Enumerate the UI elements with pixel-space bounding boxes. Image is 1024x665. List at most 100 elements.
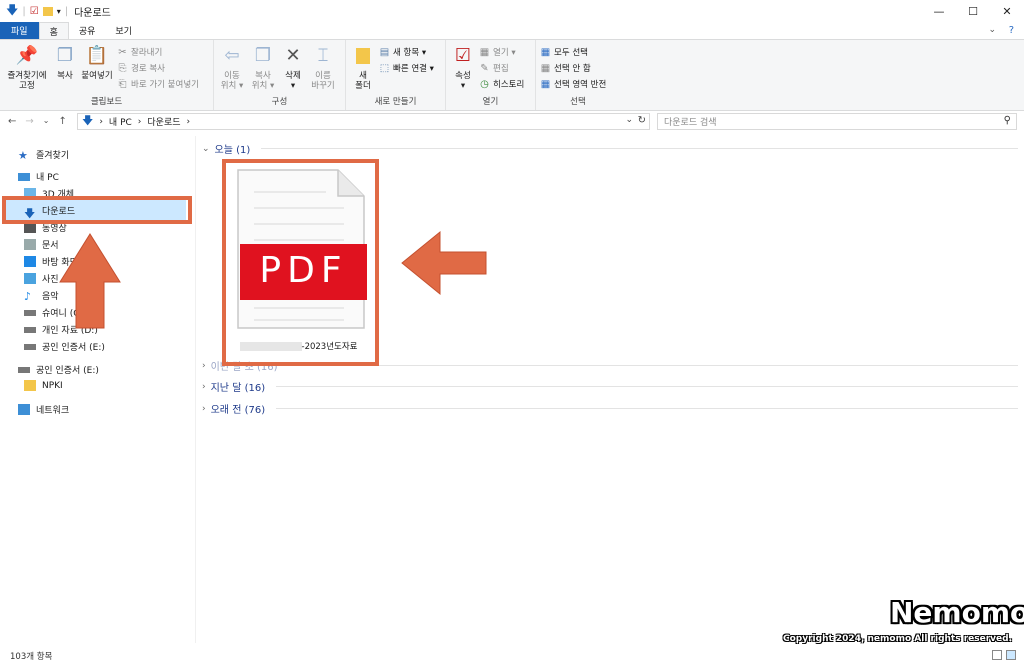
help-icon[interactable]: ? bbox=[1009, 25, 1014, 36]
delete-x-icon: ✕ bbox=[285, 45, 301, 66]
cut-button[interactable]: ✂ 잘라내기 bbox=[117, 45, 199, 59]
drive-icon bbox=[18, 366, 30, 373]
tab-file[interactable]: 파일 bbox=[0, 22, 39, 39]
search-placeholder: 다운로드 검색 bbox=[664, 118, 717, 128]
ribbon: 📌 즐겨찾기에 고정 ❐ 복사 📋 붙여넣기 ✂ 잘라내기 ⎘ 경로 복사 ⎗ 바로 … bbox=[0, 39, 1024, 111]
address-bar-row: ← → ⌄ ↑ 🡇 › 내 PC › 다운로드 › ⌄ ↻ 다운로드 검색 ⚲ bbox=[0, 111, 1024, 131]
paste-shortcut-label: 바로 가기 붙여넣기 bbox=[131, 80, 199, 90]
breadcrumb-sep-icon: › bbox=[186, 116, 191, 127]
annotation-up-arrow-icon bbox=[59, 233, 121, 329]
organize-group-label: 구성 bbox=[271, 97, 288, 107]
pin-label: 즐겨찾기에 고정 bbox=[7, 71, 47, 91]
sidebar-item-npki[interactable]: NPKI bbox=[24, 380, 63, 391]
drive-icon bbox=[24, 326, 36, 333]
folder-icon bbox=[352, 44, 374, 68]
open-label: 열기 ▾ bbox=[493, 48, 516, 58]
select-none-button[interactable]: ▦ 선택 안 함 bbox=[540, 61, 606, 75]
scissors-icon: ✂ bbox=[118, 46, 127, 58]
sidebar-item-network[interactable]: 네트워크 bbox=[18, 403, 69, 416]
pc-icon bbox=[18, 172, 30, 181]
sidebar-item-quick-access[interactable]: ★ 즐겨찾기 bbox=[18, 148, 70, 162]
copy-path-label: 경로 복사 bbox=[131, 64, 165, 74]
annotation-file-box bbox=[222, 159, 379, 366]
history-label: 히스토리 bbox=[493, 80, 525, 90]
edit-icon: ✎ bbox=[480, 62, 489, 74]
breadcrumb-downloads[interactable]: 다운로드 bbox=[147, 115, 180, 128]
group-header-long-ago[interactable]: › 오래 전 (76) bbox=[202, 401, 1018, 416]
ribbon-expand-icon[interactable]: ⌄ bbox=[988, 25, 996, 35]
easy-access-icon: ⬚ bbox=[379, 62, 390, 74]
window-controls: — ☐ ✕ bbox=[922, 0, 1024, 22]
group-header-today[interactable]: ⌄ 오늘 (1) bbox=[202, 141, 1018, 156]
select-all-icon: ▦ bbox=[540, 46, 551, 58]
rename-label: 이름 바꾸기 bbox=[311, 71, 335, 91]
sidebar-item-label: 즐겨찾기 bbox=[36, 151, 70, 161]
select-all-button[interactable]: ▦ 모두 선택 bbox=[540, 45, 606, 59]
easy-access-button[interactable]: ⬚ 빠른 연결 ▾ bbox=[379, 61, 434, 75]
new-item-button[interactable]: ▤ 새 항목 ▾ bbox=[379, 45, 434, 59]
breadcrumb-pc[interactable]: 내 PC bbox=[109, 115, 132, 128]
invert-selection-button[interactable]: ▦ 선택 영역 반전 bbox=[540, 77, 607, 91]
copy-to-label: 복사 위치 ▾ bbox=[251, 71, 275, 91]
maximize-button[interactable]: ☐ bbox=[956, 0, 990, 22]
easy-access-label: 빠른 연결 ▾ bbox=[393, 64, 434, 74]
refresh-icon[interactable]: ↻ bbox=[638, 115, 646, 126]
group-header-last-month[interactable]: › 지난 달 (16) bbox=[202, 379, 1018, 394]
tab-view[interactable]: 보기 bbox=[105, 22, 142, 39]
document-icon bbox=[24, 239, 36, 250]
desktop-icon bbox=[24, 256, 36, 267]
cut-label: 잘라내기 bbox=[131, 48, 163, 58]
expand-chevron-icon: › bbox=[202, 381, 206, 392]
sidebar-item-drive-e[interactable]: 공인 인증서 (E:) bbox=[24, 340, 105, 353]
window-title: 다운로드 bbox=[74, 7, 111, 19]
group-label: 지난 달 (16) bbox=[210, 383, 266, 394]
address-input[interactable]: 🡇 › 내 PC › 다운로드 › ⌄ ↻ bbox=[77, 113, 650, 130]
organize-group: ⇦ 이동 위치 ▾ ❐ 복사 위치 ▾ ✕ 삭제 ▾ ⌶ 이름 바꾸기 구성 bbox=[214, 40, 346, 110]
quick-access-toolbar: 🡇 | ☑ ▾ | bbox=[0, 1, 68, 22]
search-input[interactable]: 다운로드 검색 ⚲ bbox=[657, 113, 1017, 130]
open-button[interactable]: ▦ 열기 ▾ bbox=[479, 45, 524, 59]
properties-check-icon[interactable]: ☑ bbox=[30, 6, 39, 17]
expand-chevron-icon: › bbox=[202, 360, 206, 371]
new-folder-icon[interactable] bbox=[42, 6, 53, 16]
back-arrow-icon[interactable]: ← bbox=[8, 116, 16, 127]
select-group: ▦ 모두 선택 ▦ 선택 안 함 ▦ 선택 영역 반전 선택 bbox=[536, 40, 620, 110]
properties-icon: ☑ bbox=[454, 45, 472, 66]
new-item-icon: ▤ bbox=[379, 46, 390, 58]
history-icon: ◷ bbox=[480, 78, 489, 90]
sidebar-item-drive-e-root[interactable]: 공인 인증서 (E:) bbox=[18, 363, 99, 376]
new-group-label: 새로 만들기 bbox=[374, 97, 417, 107]
edit-label: 편집 bbox=[493, 64, 509, 74]
recent-dropdown-icon[interactable]: ⌄ bbox=[43, 116, 50, 127]
download-location-icon: 🡇 bbox=[82, 114, 94, 127]
copy-path-button[interactable]: ⎘ 경로 복사 bbox=[117, 61, 199, 75]
select-none-label: 선택 안 함 bbox=[554, 64, 591, 74]
forward-arrow-icon[interactable]: → bbox=[25, 116, 33, 127]
address-dropdown-icon[interactable]: ⌄ bbox=[625, 115, 633, 125]
sidebar-item-this-pc[interactable]: 내 PC bbox=[18, 170, 59, 183]
minimize-button[interactable]: — bbox=[922, 0, 956, 22]
tab-home[interactable]: 홈 bbox=[38, 22, 69, 39]
qa-dropdown-icon[interactable]: ▾ bbox=[57, 7, 61, 16]
history-button[interactable]: ◷ 히스토리 bbox=[479, 77, 524, 91]
view-toggle bbox=[992, 650, 1016, 660]
up-arrow-icon[interactable]: ↑ bbox=[58, 116, 66, 127]
expand-chevron-icon: › bbox=[202, 403, 206, 414]
copy-path-icon: ⎘ bbox=[118, 62, 127, 74]
sidebar-item-label: 내 PC bbox=[36, 173, 59, 183]
group-label: 오래 전 (76) bbox=[210, 405, 266, 416]
paste-shortcut-button[interactable]: ⎗ 바로 가기 붙여넣기 bbox=[117, 77, 199, 91]
tab-share[interactable]: 공유 bbox=[69, 22, 106, 39]
title-bar: 🡇 | ☑ ▾ | 다운로드 — ☐ ✕ bbox=[0, 0, 1024, 22]
rename-icon: ⌶ bbox=[317, 45, 329, 66]
close-button[interactable]: ✕ bbox=[990, 0, 1024, 22]
watermark-brand: Nemomo bbox=[890, 596, 1024, 629]
sidebar-item-label: 공인 인증서 (E:) bbox=[42, 343, 105, 353]
search-icon: ⚲ bbox=[1003, 115, 1011, 126]
edit-button[interactable]: ✎ 편집 bbox=[479, 61, 524, 75]
details-view-icon[interactable] bbox=[992, 650, 1002, 660]
folder-icon bbox=[24, 380, 36, 391]
large-icons-view-icon[interactable] bbox=[1006, 650, 1016, 660]
breadcrumb-sep-icon: › bbox=[137, 116, 142, 127]
breadcrumb-sep-icon: › bbox=[99, 116, 103, 127]
